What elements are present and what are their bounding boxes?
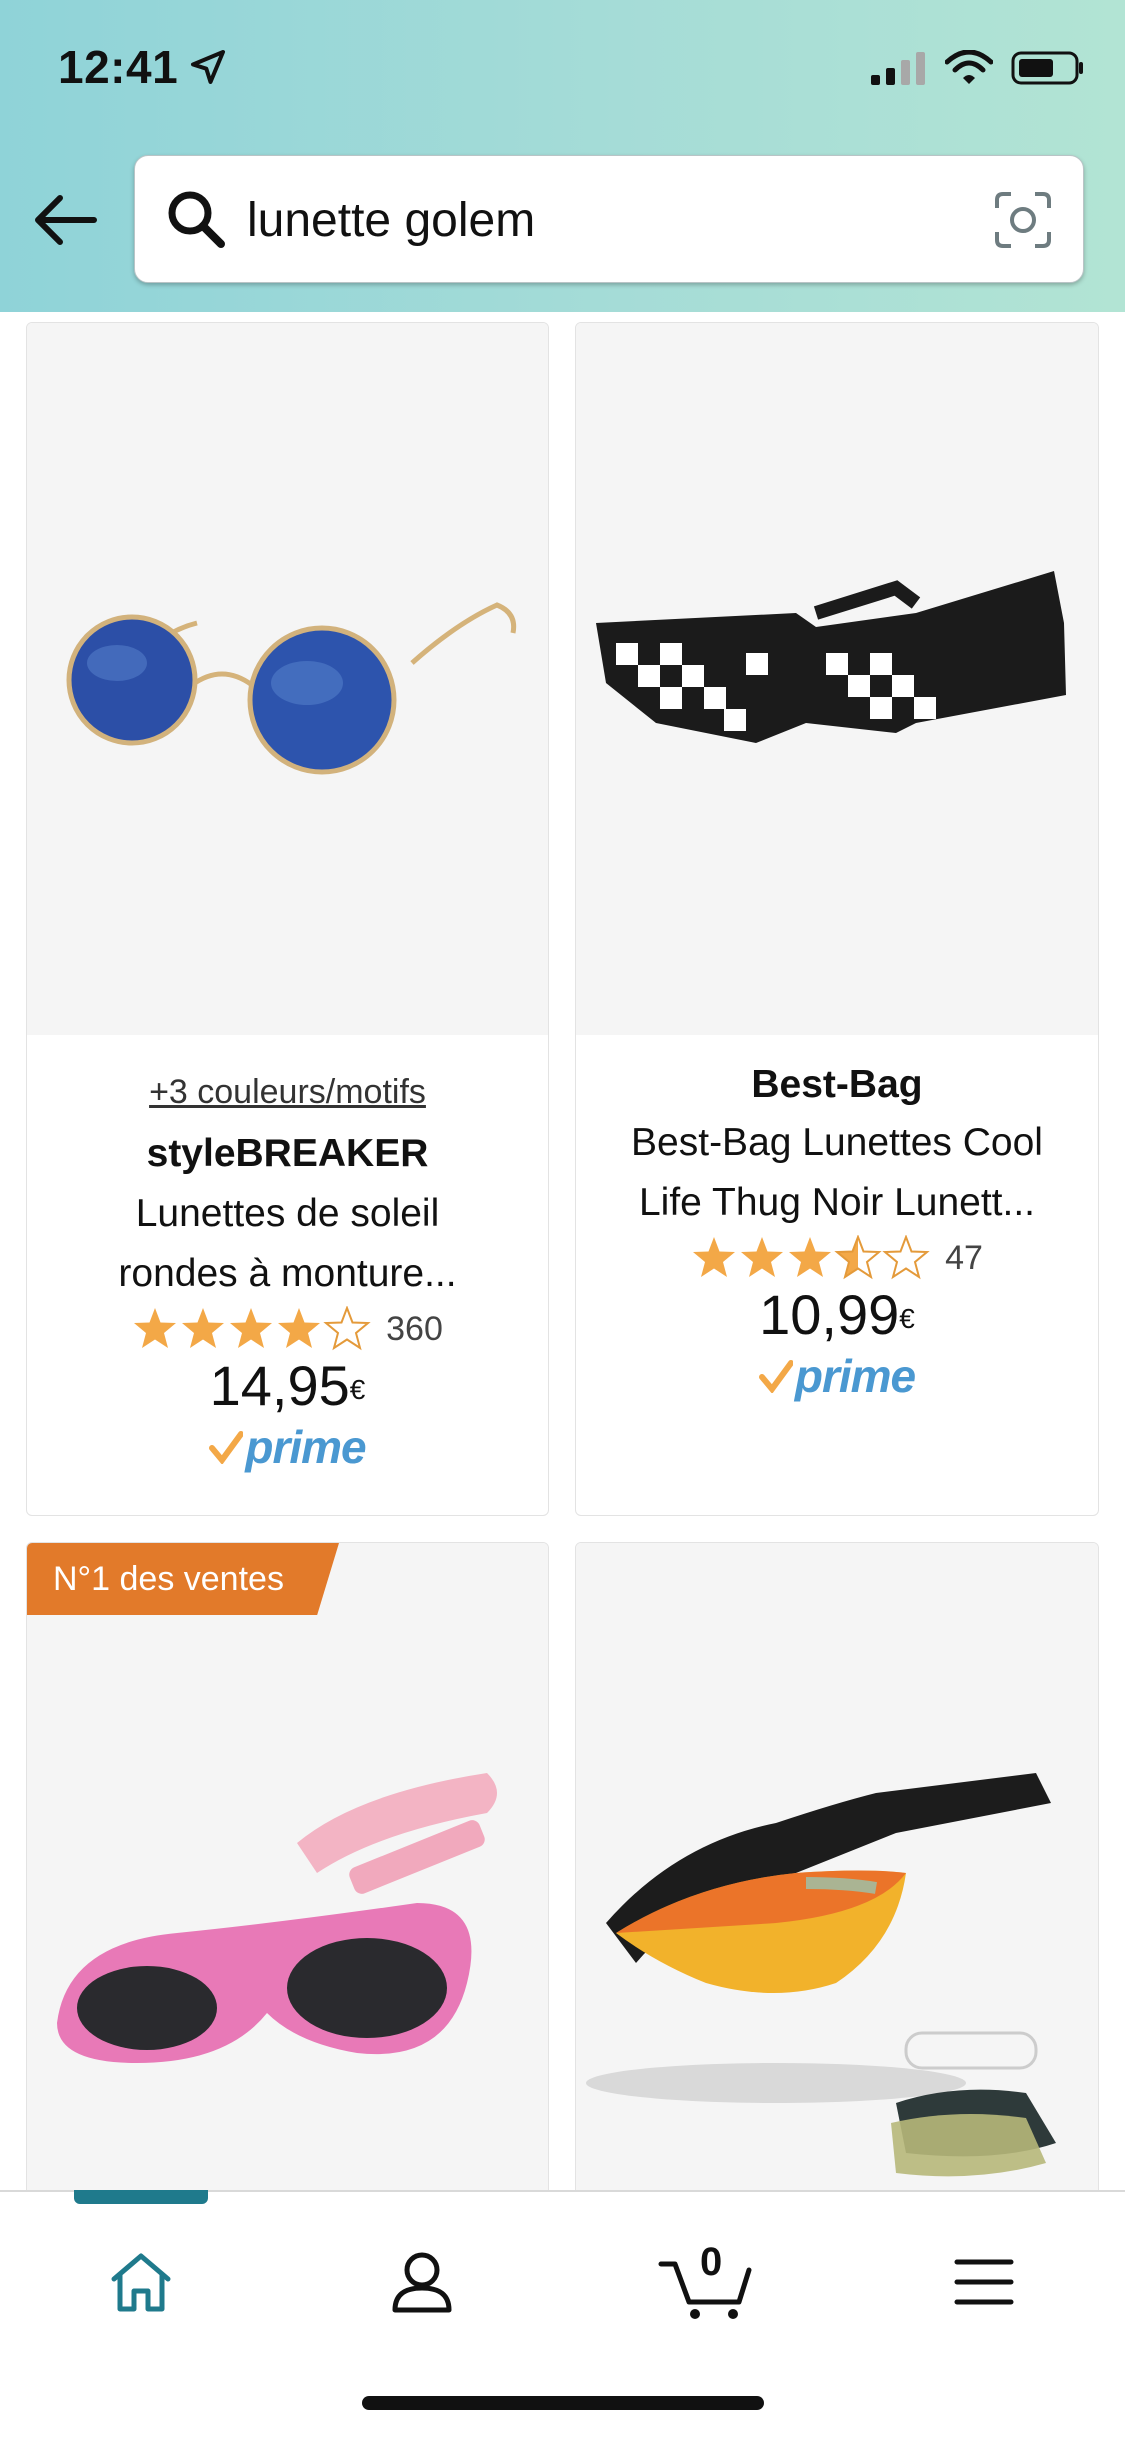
product-info: Best-Bag Best-Bag Lunettes Cool Life Thu… xyxy=(576,1035,1098,1405)
prime-check-icon xyxy=(209,1431,244,1464)
sport-sunglasses-image xyxy=(586,1773,1056,2177)
product-price: 14,95€ xyxy=(209,1354,366,1417)
home-indicator xyxy=(362,2396,764,2410)
prime-check-icon xyxy=(758,1360,793,1393)
star-rating-icon xyxy=(134,1307,370,1349)
product-image[interactable] xyxy=(27,1543,548,2201)
home-icon xyxy=(111,2253,171,2312)
product-brand: Best-Bag xyxy=(751,1063,923,1106)
product-rating[interactable]: 47 xyxy=(576,1233,1098,1283)
round-sunglasses-image xyxy=(66,602,517,775)
wifi-icon xyxy=(945,50,993,84)
menu-icon xyxy=(954,2259,1014,2305)
active-tab-indicator xyxy=(74,2190,208,2204)
color-variants-link[interactable]: +3 couleurs/motifs xyxy=(27,1073,548,1112)
product-card[interactable]: Best-Bag Best-Bag Lunettes Cool Life Thu… xyxy=(575,322,1099,1516)
product-title[interactable]: Best-Bag Lunettes Cool Life Thug Noir Lu… xyxy=(576,1113,1098,1233)
star-rating-icon xyxy=(693,1236,929,1278)
camera-icon[interactable] xyxy=(993,190,1053,250)
tab-account[interactable] xyxy=(372,2232,472,2332)
prime-badge: prime xyxy=(576,1347,1098,1405)
product-image[interactable] xyxy=(576,323,1098,1035)
battery-icon xyxy=(1011,51,1083,85)
product-card[interactable]: N°1 des ventes xyxy=(26,1542,549,2202)
product-price: 10,99€ xyxy=(759,1283,915,1346)
bestseller-badge: N°1 des ventes xyxy=(27,1543,339,1615)
product-info: +3 couleurs/motifs styleBREAKER Lunettes… xyxy=(27,1035,548,1476)
back-button[interactable] xyxy=(30,185,110,255)
header: 12:41 lunette golem xyxy=(0,0,1125,312)
back-arrow-icon xyxy=(35,195,97,245)
cart-count: 0 xyxy=(700,2240,723,2284)
search-icon xyxy=(168,191,225,248)
review-count: 360 xyxy=(386,1309,443,1348)
search-bar[interactable]: lunette golem xyxy=(134,155,1084,283)
tab-home[interactable] xyxy=(91,2232,191,2332)
location-arrow-icon xyxy=(191,50,226,84)
status-time: 12:41 xyxy=(58,40,228,94)
signal-icon xyxy=(871,52,925,85)
product-title[interactable]: Lunettes de soleil rondes à monture... xyxy=(27,1184,548,1304)
product-card[interactable]: +3 couleurs/motifs styleBREAKER Lunettes… xyxy=(26,322,549,1516)
status-icons xyxy=(871,50,1085,86)
product-image[interactable] xyxy=(576,1543,1098,2201)
product-brand: styleBREAKER xyxy=(146,1132,429,1175)
kids-pink-sunglasses-image xyxy=(57,1773,497,2063)
tab-menu[interactable] xyxy=(934,2232,1034,2332)
product-card[interactable] xyxy=(575,1542,1099,2202)
product-rating[interactable]: 360 xyxy=(27,1304,548,1354)
pixel-sunglasses-image xyxy=(596,571,1066,743)
prime-badge: prime xyxy=(27,1418,548,1476)
search-input[interactable]: lunette golem xyxy=(247,193,535,248)
account-icon xyxy=(392,2252,452,2313)
tab-cart[interactable]: 0 xyxy=(652,2232,762,2332)
product-image[interactable] xyxy=(27,323,548,1035)
review-count: 47 xyxy=(945,1238,983,1277)
